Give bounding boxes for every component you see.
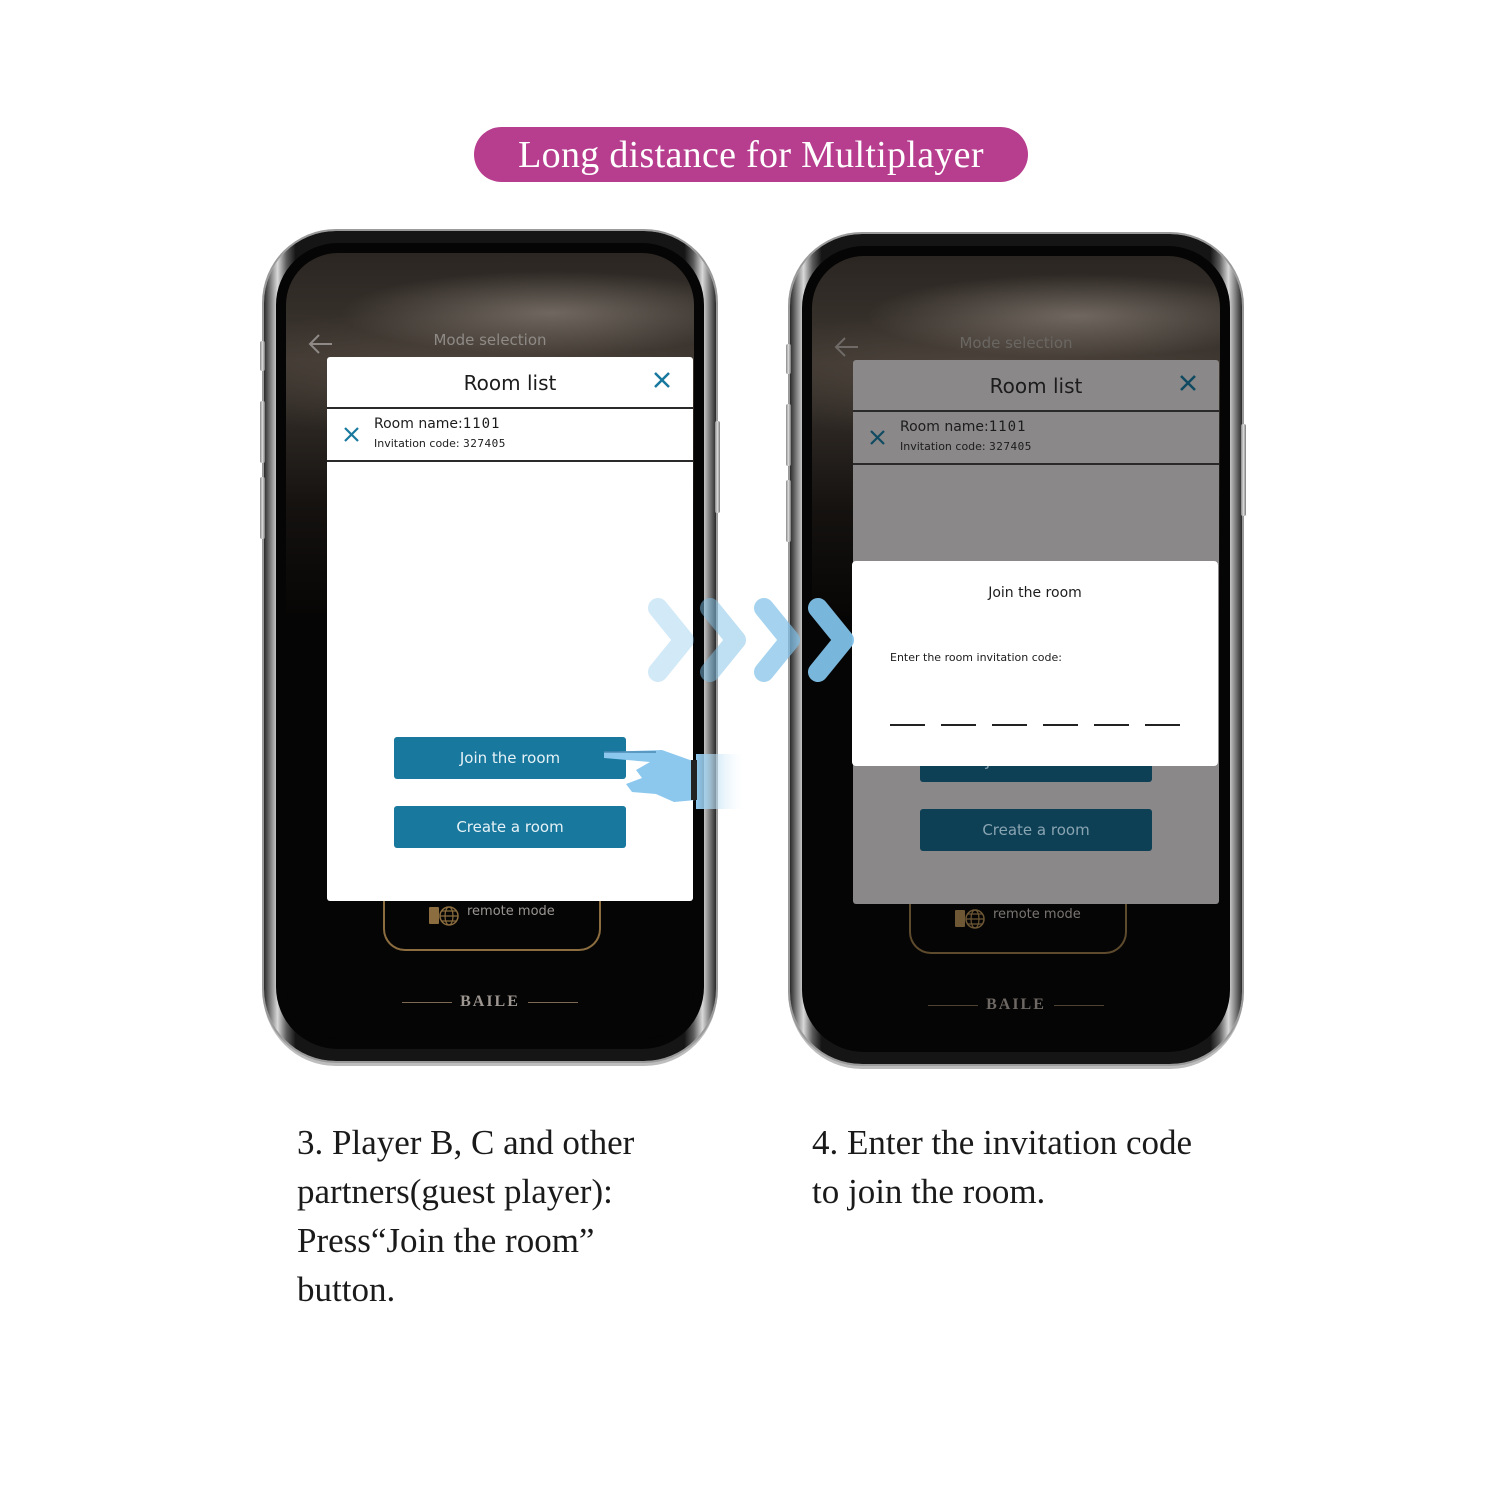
brand-logo: BAILE xyxy=(286,993,694,1011)
step3-caption: 3. Player B, C and other partners(guest … xyxy=(297,1123,635,1309)
brand-line xyxy=(928,1004,979,1006)
invitation-code-value: 327405 xyxy=(989,440,1032,453)
create-room-button[interactable]: Create a room xyxy=(394,806,626,848)
code-digit-slot[interactable] xyxy=(1043,724,1078,726)
brand-text: BAILE xyxy=(460,993,520,1010)
invitation-code-prompt: Enter the room invitation code: xyxy=(890,651,1062,664)
divider xyxy=(327,460,693,462)
room-list-item[interactable]: Room name:1101 Invitation code: 327405 xyxy=(327,409,693,460)
popup-title: Join the room xyxy=(988,585,1082,601)
room-name-value: 1101 xyxy=(462,416,501,432)
invitation-code-input[interactable] xyxy=(890,724,1180,726)
room-list-dialog: Room list Room name:1101 Invitation code… xyxy=(327,357,693,901)
code-digit-slot[interactable] xyxy=(1094,724,1129,726)
invitation-code-label: Invitation code: xyxy=(900,440,986,453)
brand-line xyxy=(402,1001,453,1003)
title-banner: Long distance for Multiplayer xyxy=(474,127,1028,182)
code-digit-slot[interactable] xyxy=(941,724,976,726)
phone-side-button xyxy=(260,477,265,539)
join-room-button[interactable]: Join the room xyxy=(394,737,626,779)
room-name-label: Room name: xyxy=(374,416,463,432)
phone-side-button xyxy=(715,421,720,513)
pointing-hand-icon xyxy=(604,750,746,809)
room-name-label: Room name: xyxy=(900,419,989,435)
room-list-item[interactable]: Room name:1101 Invitation code: 327405 xyxy=(853,412,1219,463)
brand-line xyxy=(1053,1004,1104,1006)
code-digit-slot[interactable] xyxy=(1145,724,1180,726)
dialog-title: Room list xyxy=(989,374,1083,398)
dialog-title: Room list xyxy=(463,371,557,395)
remote-mode-card[interactable]: remote mode xyxy=(909,896,1127,954)
invitation-code: Invitation code: 327405 xyxy=(374,437,506,450)
brand-text: BAILE xyxy=(986,996,1046,1013)
remote-mode-card[interactable]: remote mode xyxy=(383,893,601,951)
close-x-icon[interactable] xyxy=(653,371,671,389)
invitation-code-label: Invitation code: xyxy=(374,437,460,450)
code-digit-slot[interactable] xyxy=(890,724,925,726)
close-x-icon[interactable] xyxy=(870,430,885,445)
code-digit-slot[interactable] xyxy=(992,724,1027,726)
mode-label: remote mode xyxy=(467,904,555,919)
phone-side-button xyxy=(786,344,791,374)
phone-side-button xyxy=(260,341,265,371)
chevron-right-icon xyxy=(754,598,800,682)
phone-side-button xyxy=(1241,424,1246,516)
chevron-right-icon xyxy=(648,598,694,682)
mode-label: remote mode xyxy=(993,907,1081,922)
step4-caption: 4. Enter the invitation code to join the… xyxy=(812,1123,1193,1211)
phone-screen: Mode selection remote mode BAILE Room li… xyxy=(286,253,694,1039)
phone-side-button xyxy=(786,480,791,542)
room-name: Room name:1101 xyxy=(900,419,1026,435)
close-x-icon[interactable] xyxy=(1179,374,1197,392)
phone-screen: Mode selection remote mode BAILE Room li… xyxy=(812,256,1220,1042)
close-x-icon[interactable] xyxy=(344,427,359,442)
phone-side-button xyxy=(260,401,265,463)
divider xyxy=(853,463,1219,465)
invitation-code: Invitation code: 327405 xyxy=(900,440,1032,453)
chevron-right-icon xyxy=(700,598,746,682)
brand-logo: BAILE xyxy=(812,996,1220,1014)
phone-globe-icon xyxy=(429,906,459,926)
phone-side-button xyxy=(786,404,791,466)
invitation-code-value: 327405 xyxy=(463,437,506,450)
room-name: Room name:1101 xyxy=(374,416,500,432)
header-title: Mode selection xyxy=(959,334,1073,352)
progress-arrows xyxy=(648,598,854,682)
room-name-value: 1101 xyxy=(988,419,1027,435)
phone-globe-icon xyxy=(955,909,985,929)
join-room-popup: Join the room Enter the room invitation … xyxy=(852,561,1218,766)
create-room-button[interactable]: Create a room xyxy=(920,809,1152,851)
brand-line xyxy=(527,1001,578,1003)
chevron-right-icon xyxy=(808,598,854,682)
header-title: Mode selection xyxy=(433,331,547,349)
